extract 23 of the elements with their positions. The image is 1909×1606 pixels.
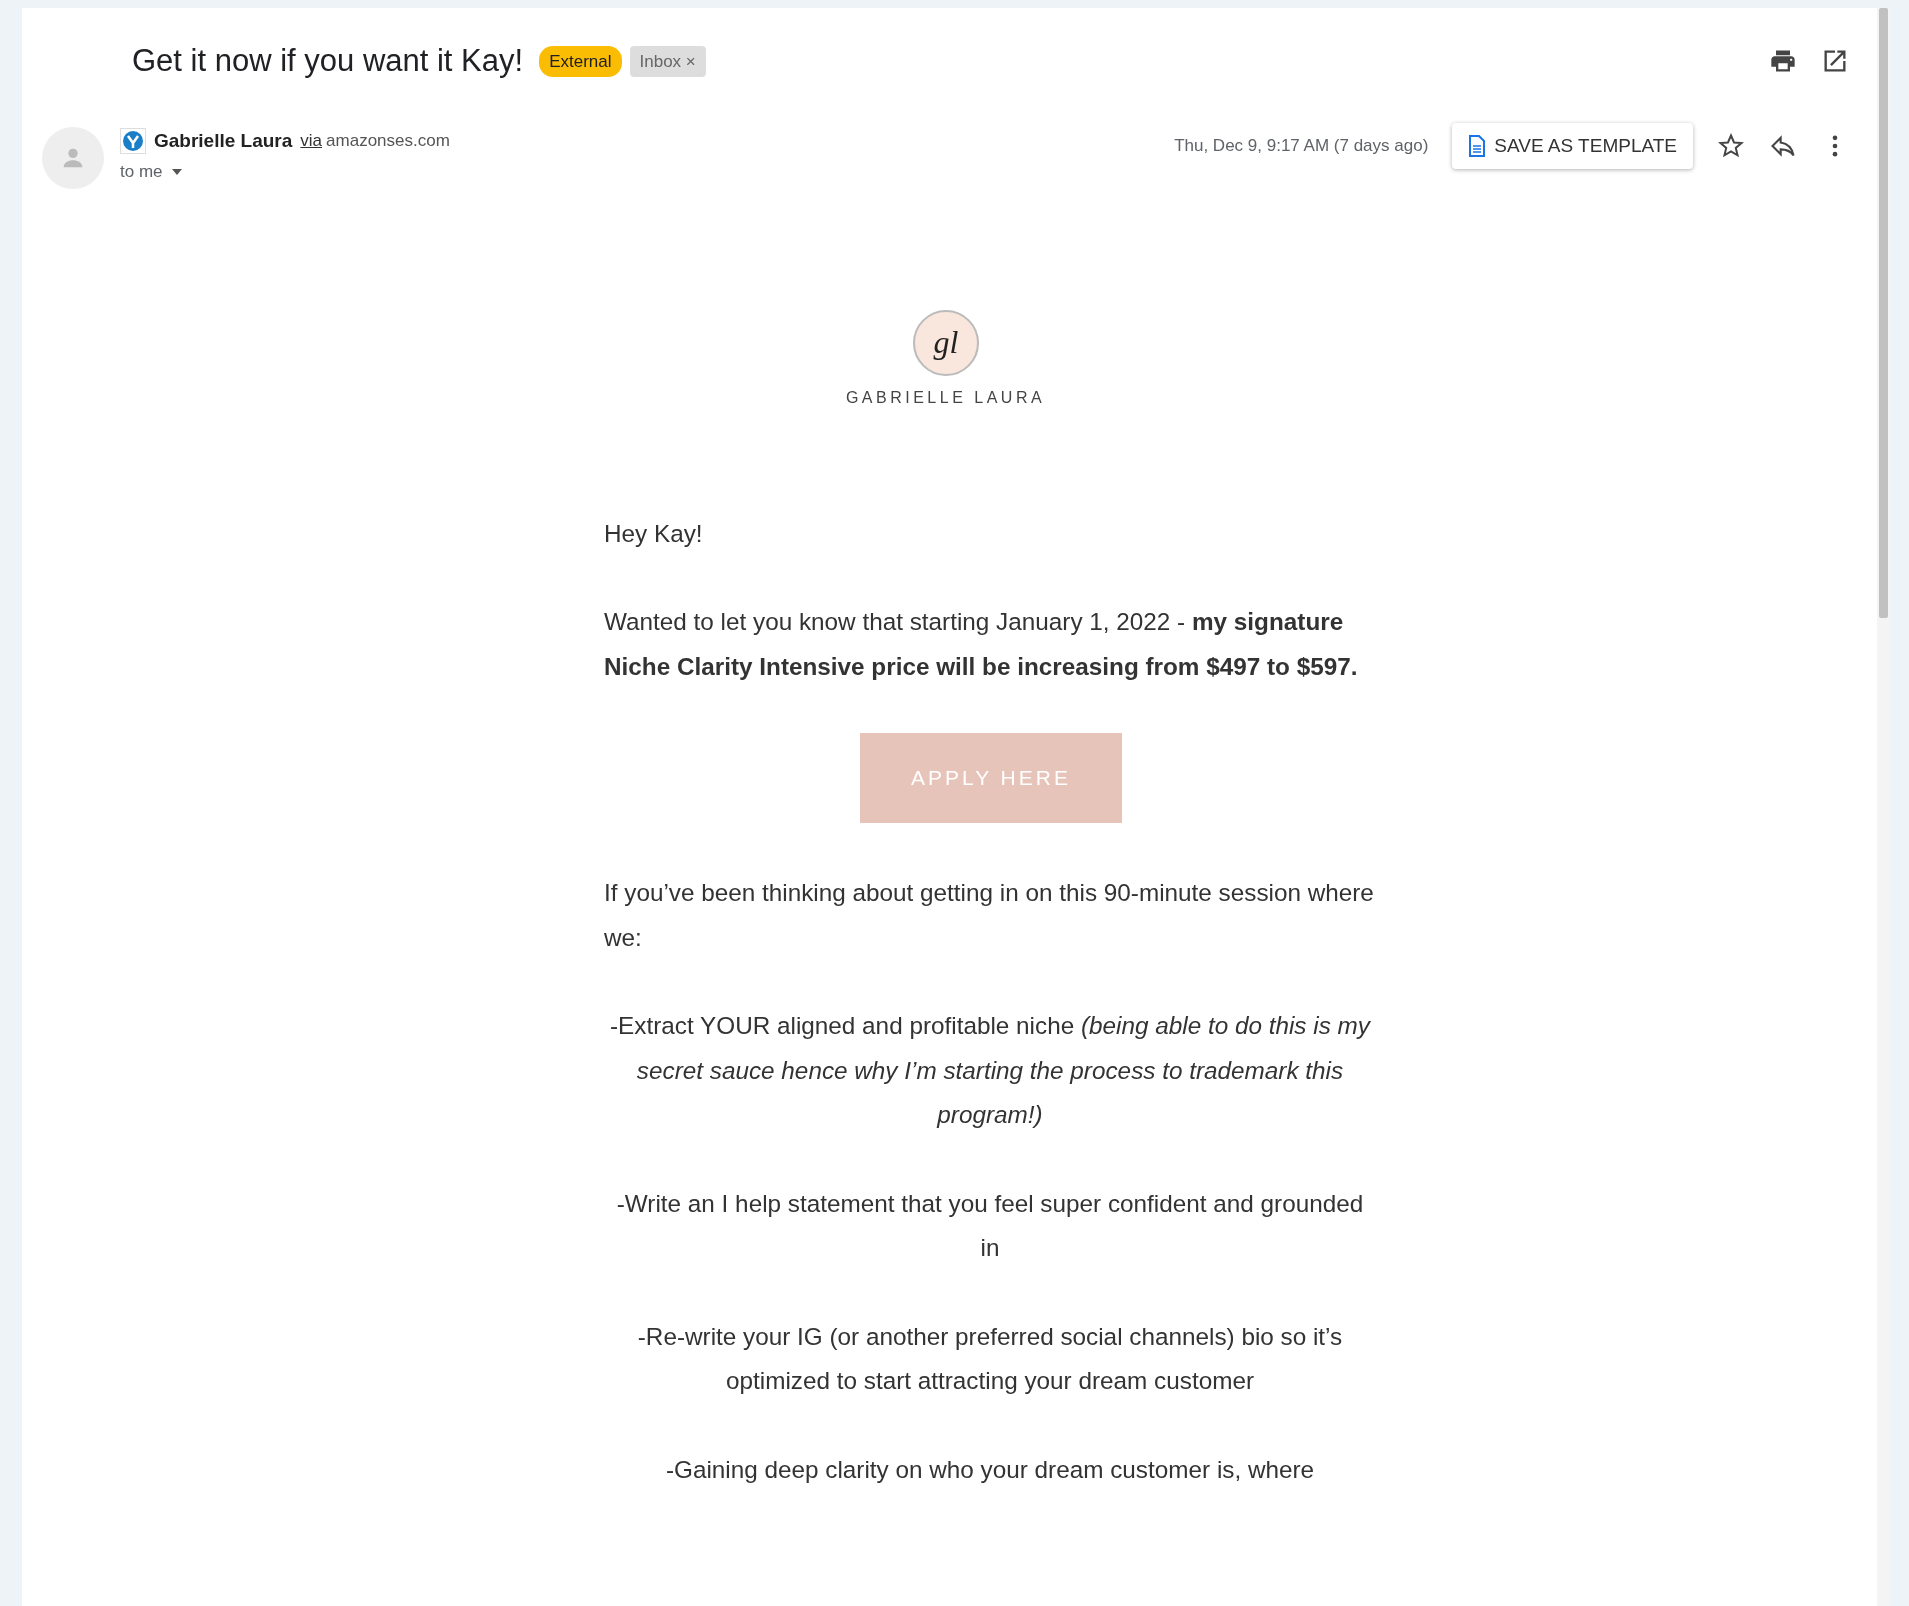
body-paragraph: -Re-write your IG (or another preferred social channels) bio so it’s optimized to start attracting your dream customer <box>636 1321 1344 1396</box>
email-date: Thu, Dec 9, 9:17 AM (7 days ago) <box>1174 135 1429 157</box>
body-paragraph: -Write an I help statement that you feel super confident and grounded in <box>615 1188 1365 1263</box>
body-paragraph: -Extract YOUR aligned and profitable niche (being able to do this is my secret sauce hence why I’m starting the process to trademark this program!) <box>609 1011 1372 1130</box>
sender-logo-icon <box>120 127 146 154</box>
recipient: to me <box>120 161 163 183</box>
scrollbar[interactable] <box>1877 8 1889 1606</box>
save-as-template-button[interactable]: SAVE AS TEMPLATE <box>1452 122 1693 169</box>
star-icon[interactable] <box>1717 131 1745 160</box>
document-icon <box>1468 134 1487 157</box>
body-paragraph: Wanted to let you know that starting January 1, 2022 - my signature Niche Clarity Intensive price will be increasing from $497 to $597. <box>604 607 1359 682</box>
external-label: External <box>539 45 622 77</box>
body-paragraph: Hey Kay! <box>604 518 704 549</box>
sender-domain: amazonses.com <box>326 130 450 152</box>
brand-name: GABRIELLE LAURA <box>845 387 1046 408</box>
via-link[interactable]: via <box>300 128 323 154</box>
email-subject: Get it now if you want it Kay! <box>132 42 524 80</box>
inbox-label: Inbox × <box>629 45 706 77</box>
body-paragraph: If you’ve been thinking about getting in on this 90-minute session where we: <box>604 878 1375 953</box>
caret-icon[interactable] <box>170 167 183 176</box>
monogram-logo: gl <box>910 307 981 378</box>
body-paragraph: -Gaining deep clarity on who your dream customer is, where <box>664 1454 1316 1485</box>
sender-name: Gabrielle Laura <box>154 128 293 153</box>
